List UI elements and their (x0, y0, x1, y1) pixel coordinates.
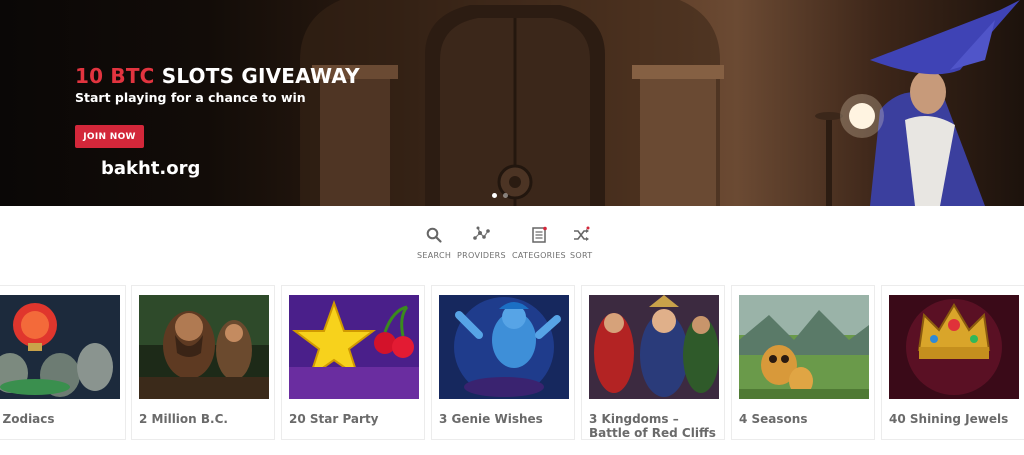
search-tool[interactable]: SEARCH (417, 226, 451, 260)
game-card[interactable]: 2 Million B.C. (131, 285, 275, 440)
game-art (739, 295, 869, 399)
game-card[interactable]: 40 Shining Jewels (881, 285, 1024, 440)
game-card[interactable]: 2 Zodiacs (0, 285, 126, 440)
sort-tool[interactable]: SORT (570, 226, 592, 260)
search-tool-label: SEARCH (417, 251, 452, 260)
categories-tool[interactable]: CATEGORIES (512, 226, 566, 260)
categories-icon (532, 226, 547, 243)
game-art (0, 295, 120, 399)
categories-tool-label: CATEGORIES (512, 251, 566, 260)
game-title[interactable]: 3 Kingdoms – Battle of Red Cliffs (589, 412, 723, 440)
hero-title-accent: 10 BTC (75, 64, 155, 88)
game-thumbnail[interactable] (289, 295, 419, 399)
game-thumbnail[interactable] (439, 295, 569, 399)
game-thumbnail[interactable] (139, 295, 269, 399)
game-title[interactable]: 3 Genie Wishes (439, 412, 573, 426)
watermark-text: bakht.org (101, 158, 201, 179)
game-thumbnail[interactable] (0, 295, 120, 399)
sort-tool-label: SORT (570, 251, 593, 260)
hero-subtitle: Start playing for a chance to win (75, 90, 306, 105)
game-art (589, 295, 719, 399)
providers-tool[interactable]: PROVIDERS (457, 226, 506, 260)
carousel-dot-2[interactable] (503, 193, 508, 198)
game-title[interactable]: 40 Shining Jewels (889, 412, 1023, 426)
game-card[interactable]: 3 Kingdoms – Battle of Red Cliffs (581, 285, 725, 440)
game-art (439, 295, 569, 399)
games-toolbar: SEARCH PROVIDERS CATEGORIES SORT (0, 226, 1024, 266)
join-now-button[interactable]: JOIN NOW (75, 125, 144, 148)
game-card[interactable]: 20 Star Party (281, 285, 425, 440)
game-art (889, 295, 1019, 399)
carousel-dot-1[interactable] (492, 193, 497, 198)
hero-banner: 10 BTC SLOTS GIVEAWAY Start playing for … (0, 0, 1024, 206)
game-title[interactable]: 4 Seasons (739, 412, 873, 426)
game-thumbnail[interactable] (739, 295, 869, 399)
sort-icon (574, 226, 590, 241)
game-title[interactable]: 20 Star Party (289, 412, 423, 426)
game-title[interactable]: 2 Zodiacs (0, 412, 124, 426)
game-card[interactable]: 4 Seasons (731, 285, 875, 440)
game-thumbnail[interactable] (589, 295, 719, 399)
hero-title-rest: SLOTS GIVEAWAY (154, 64, 360, 88)
search-icon (426, 227, 442, 243)
game-card[interactable]: 3 Genie Wishes (431, 285, 575, 440)
games-grid: 2 Zodiacs 2 Million B.C. (0, 285, 1024, 455)
game-title[interactable]: 2 Million B.C. (139, 412, 273, 426)
game-art (139, 295, 269, 399)
game-thumbnail[interactable] (889, 295, 1019, 399)
providers-tool-label: PROVIDERS (457, 251, 506, 260)
providers-icon (473, 226, 491, 240)
hero-title: 10 BTC SLOTS GIVEAWAY (75, 64, 360, 88)
game-art (289, 295, 419, 399)
carousel-dots (492, 193, 508, 198)
